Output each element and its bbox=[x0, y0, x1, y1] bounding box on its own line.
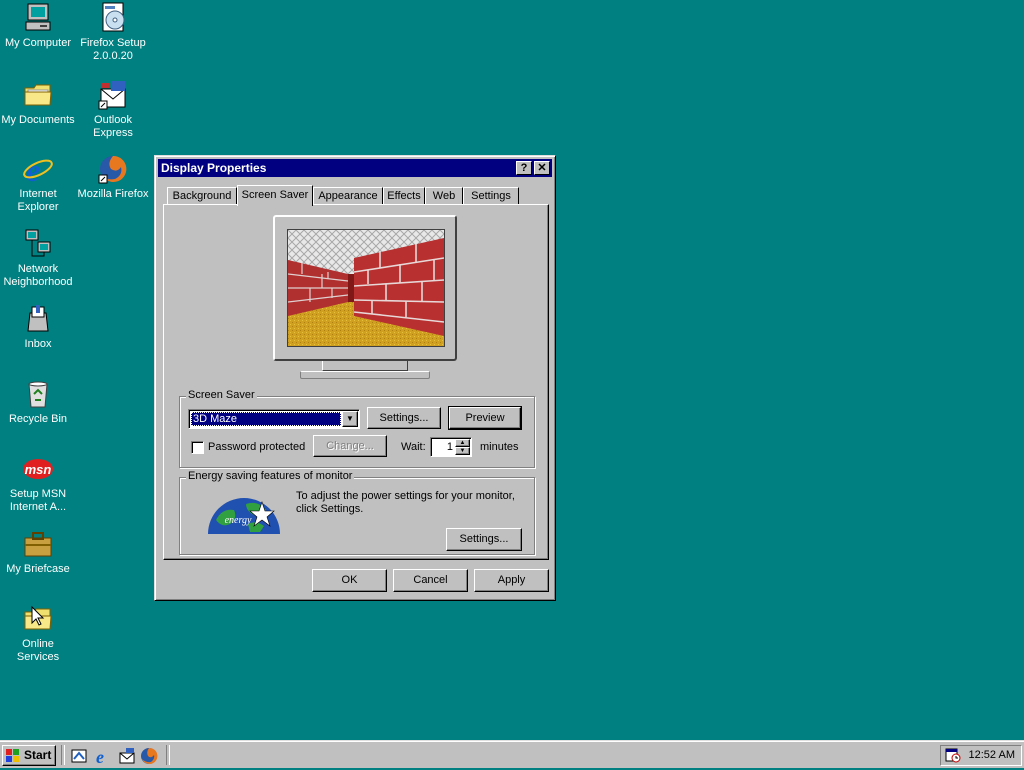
taskbar-separator bbox=[61, 745, 65, 765]
desktop-icon-outlook-express[interactable]: Outlook Express bbox=[75, 79, 151, 140]
start-button[interactable]: Start bbox=[2, 745, 56, 766]
desktop-icon-label: Inbox bbox=[24, 338, 52, 350]
network-icon bbox=[22, 228, 54, 260]
desktop-icon-label: My Documents bbox=[1, 114, 75, 126]
inbox-icon bbox=[22, 303, 54, 335]
monitor-stand bbox=[300, 371, 430, 379]
desktop-icon-setup-msn[interactable]: msn Setup MSN Internet A... bbox=[0, 453, 76, 514]
energy-group: Energy saving features of monitor energy… bbox=[179, 470, 535, 555]
desktop-icon-my-computer[interactable]: My Computer bbox=[0, 2, 76, 50]
svg-text:e: e bbox=[96, 747, 104, 765]
internet-explorer-icon: e bbox=[22, 152, 54, 188]
tab-background[interactable]: Background bbox=[167, 187, 237, 205]
monitor-preview bbox=[273, 215, 457, 361]
chevron-down-icon[interactable]: ▼ bbox=[342, 411, 358, 427]
spin-down-icon[interactable]: ▼ bbox=[455, 447, 470, 455]
msn-icon: msn bbox=[22, 453, 54, 485]
screen-saver-group-label: Screen Saver bbox=[186, 389, 257, 401]
close-button[interactable]: ✕ bbox=[534, 161, 550, 175]
energy-group-label: Energy saving features of monitor bbox=[186, 470, 355, 482]
password-label[interactable]: Password protected bbox=[208, 441, 305, 453]
desktop-icon-label: Recycle Bin bbox=[8, 413, 68, 425]
desktop-icon-label: My Briefcase bbox=[6, 563, 70, 575]
outlook-express-icon bbox=[97, 79, 129, 111]
desktop-icon-label: My Computer bbox=[4, 37, 72, 49]
energy-star-logo: energy bbox=[208, 490, 280, 534]
monitor-neck bbox=[322, 361, 408, 371]
desktop-icon-label: Network Neighborhood bbox=[3, 263, 73, 288]
taskbar: Start e 12:52 AM bbox=[0, 740, 1024, 768]
screen-saver-settings-button[interactable]: Settings... bbox=[367, 407, 441, 429]
tab-web[interactable]: Web bbox=[425, 187, 463, 205]
briefcase-icon bbox=[22, 528, 54, 560]
desktop-icon-label: Outlook Express bbox=[93, 114, 133, 139]
change-password-button[interactable]: Change... bbox=[313, 435, 387, 457]
outlook-express-icon[interactable] bbox=[118, 747, 136, 765]
svg-text:msn: msn bbox=[25, 462, 52, 477]
tab-appearance[interactable]: Appearance bbox=[313, 187, 383, 205]
show-desktop-icon[interactable] bbox=[70, 747, 88, 765]
dialog-titlebar[interactable]: Display Properties ? ✕ bbox=[158, 159, 552, 177]
energy-logo-text: energy bbox=[225, 515, 252, 526]
tab-settings[interactable]: Settings bbox=[463, 187, 519, 205]
energy-settings-button[interactable]: Settings... bbox=[446, 528, 522, 551]
screen-saver-dropdown[interactable]: 3D Maze ▼ bbox=[188, 409, 360, 429]
internet-explorer-icon[interactable]: e bbox=[94, 747, 112, 767]
wait-label: Wait: bbox=[401, 441, 426, 453]
scheduler-icon[interactable] bbox=[945, 747, 961, 763]
tab-screen-saver[interactable]: Screen Saver bbox=[237, 185, 313, 206]
taskbar-separator bbox=[166, 745, 170, 765]
display-properties-dialog: Display Properties ? ✕ Background Screen… bbox=[154, 155, 556, 601]
system-tray: 12:52 AM bbox=[940, 745, 1022, 766]
desktop-icon-recycle-bin[interactable]: Recycle Bin bbox=[0, 378, 76, 426]
setup-cd-icon bbox=[97, 2, 129, 34]
desktop-icon-online-services[interactable]: Online Services bbox=[0, 603, 76, 664]
clock[interactable]: 12:52 AM bbox=[969, 746, 1015, 765]
preview-button[interactable]: Preview bbox=[448, 406, 522, 430]
desktop-icon-internet-explorer[interactable]: e Internet Explorer bbox=[0, 152, 76, 214]
online-services-folder-icon bbox=[22, 603, 54, 635]
screen-saver-selected: 3D Maze bbox=[191, 412, 341, 426]
desktop-icon-my-documents[interactable]: My Documents bbox=[0, 79, 76, 127]
firefox-icon bbox=[97, 153, 129, 185]
spin-up-icon[interactable]: ▲ bbox=[455, 439, 470, 447]
energy-description: To adjust the power settings for your mo… bbox=[296, 490, 515, 515]
password-checkbox[interactable] bbox=[191, 441, 204, 454]
desktop-icon-label: Setup MSN Internet A... bbox=[9, 488, 67, 513]
desktop-icon-label: Internet Explorer bbox=[17, 188, 59, 213]
folder-icon bbox=[22, 79, 54, 111]
desktop-icon-network-neighborhood[interactable]: Network Neighborhood bbox=[0, 228, 76, 289]
apply-button[interactable]: Apply bbox=[474, 569, 549, 592]
wait-stepper[interactable]: 1 ▲ ▼ bbox=[430, 437, 472, 457]
minutes-label: minutes bbox=[480, 441, 519, 453]
desktop-icon-label: Mozilla Firefox bbox=[77, 188, 149, 200]
desktop-icon-label: Online Services bbox=[16, 638, 60, 663]
wait-value: 1 bbox=[446, 441, 453, 453]
tab-effects[interactable]: Effects bbox=[383, 187, 425, 205]
desktop-icon-my-briefcase[interactable]: My Briefcase bbox=[0, 528, 76, 576]
desktop-icon-firefox-setup[interactable]: Firefox Setup 2.0.0.20 bbox=[75, 2, 151, 63]
my-computer-icon bbox=[22, 2, 54, 34]
desktop-icon-label: Firefox Setup 2.0.0.20 bbox=[80, 37, 146, 62]
cancel-button[interactable]: Cancel bbox=[393, 569, 468, 592]
start-label: Start bbox=[24, 748, 52, 762]
ok-button[interactable]: OK bbox=[312, 569, 387, 592]
desktop-icon-inbox[interactable]: Inbox bbox=[0, 303, 76, 351]
dialog-title: Display Properties bbox=[161, 161, 267, 175]
firefox-icon[interactable] bbox=[140, 747, 158, 765]
desktop-icon-mozilla-firefox[interactable]: Mozilla Firefox bbox=[75, 153, 151, 201]
maze-preview-image bbox=[287, 229, 445, 347]
screen-saver-panel: Screen Saver 3D Maze ▼ Settings... Previ… bbox=[163, 204, 549, 560]
screen-saver-group: Screen Saver 3D Maze ▼ Settings... Previ… bbox=[179, 389, 535, 468]
windows-logo-icon bbox=[6, 749, 20, 762]
recycle-bin-icon bbox=[22, 378, 54, 410]
help-button[interactable]: ? bbox=[516, 161, 532, 175]
